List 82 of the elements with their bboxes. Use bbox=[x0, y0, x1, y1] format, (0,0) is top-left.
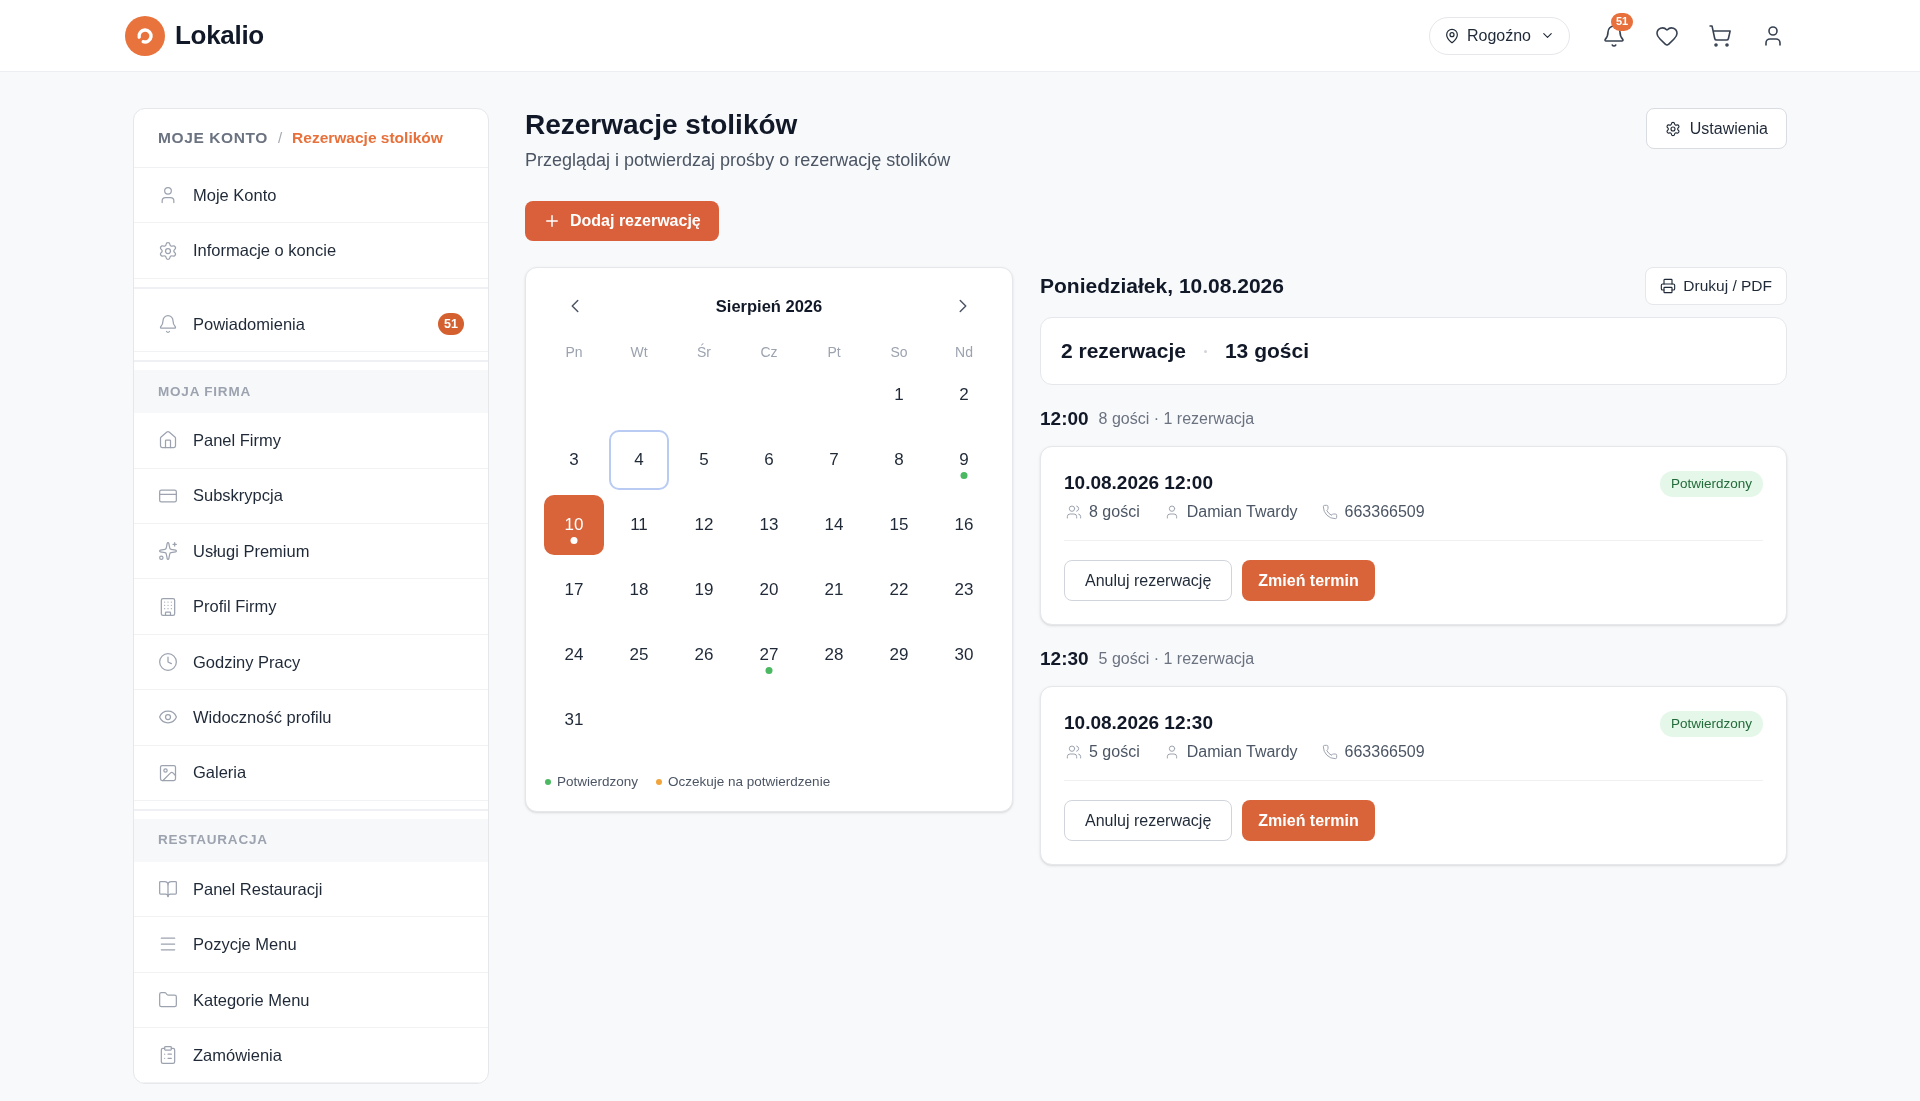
phone-icon bbox=[1321, 504, 1338, 520]
legend-label: Potwierdzony bbox=[557, 773, 639, 791]
cart-icon[interactable] bbox=[1708, 23, 1732, 48]
location-selector[interactable]: Rogoźno bbox=[1428, 16, 1570, 55]
bell-icon bbox=[158, 313, 178, 334]
slot-summary: 5 gości · 1 rezerwacja bbox=[1098, 649, 1255, 669]
image-icon bbox=[158, 762, 178, 783]
guest-count: 8 gości bbox=[1089, 502, 1140, 522]
sidebar-link[interactable]: Panel Restauracji bbox=[134, 861, 488, 918]
weekday-label: Cz bbox=[760, 342, 778, 362]
settings-icon bbox=[158, 240, 178, 261]
folder-icon bbox=[158, 989, 178, 1010]
clock-icon bbox=[158, 651, 178, 672]
add-reservation-button[interactable]: Dodaj rezerwację bbox=[525, 201, 719, 241]
section-heading: MOJA FIRMA bbox=[134, 370, 488, 414]
weekday-label: So bbox=[890, 342, 908, 362]
logo-icon[interactable] bbox=[125, 15, 165, 56]
guest-total: 13 gości bbox=[1224, 338, 1309, 365]
cancel-reservation-button[interactable]: Anuluj rezerwację bbox=[1064, 560, 1233, 601]
breadcrumb-current: Rezerwacje stolików bbox=[292, 128, 443, 149]
weekday-label: Nd bbox=[955, 342, 973, 362]
book-icon bbox=[158, 879, 178, 900]
sidebar-link[interactable]: Godziny Pracy bbox=[134, 634, 488, 691]
printer-icon bbox=[1660, 278, 1677, 294]
plus-icon bbox=[543, 212, 561, 230]
status-badge: Potwierdzony bbox=[1659, 711, 1763, 737]
guests-icon bbox=[1066, 744, 1082, 760]
phone-number: 663366509 bbox=[1344, 742, 1425, 762]
page-subtitle: Przeglądaj i potwierdzaj prośby o rezerwację stolików bbox=[525, 149, 951, 172]
breadcrumb-link[interactable]: MOJE KONTO bbox=[158, 126, 268, 150]
sidebar-link[interactable]: Widoczność profilu bbox=[134, 690, 488, 746]
guest-name: Damian Twardy bbox=[1186, 742, 1298, 762]
sidebar-link[interactable]: Pozycje Menu bbox=[134, 917, 488, 973]
page-title: Rezerwacje stolików bbox=[525, 108, 799, 142]
sidebar-link[interactable]: Kategorie Menu bbox=[134, 972, 488, 1029]
sidebar-link[interactable]: Galeria bbox=[134, 745, 488, 801]
sidebar-link[interactable]: Moje Konto bbox=[134, 168, 488, 224]
reschedule-button[interactable]: Zmień termin bbox=[1242, 560, 1375, 601]
status-badge: Potwierdzony bbox=[1659, 471, 1763, 497]
sidebar-link[interactable]: Usługi Premium bbox=[134, 523, 488, 580]
weekday-label: Pn bbox=[565, 342, 583, 362]
phone-number: 663366509 bbox=[1344, 502, 1425, 522]
settings-icon bbox=[1664, 120, 1681, 137]
weekday-label: Śr bbox=[697, 342, 711, 362]
sidebar-link[interactable]: Powiadomienia 51 bbox=[134, 296, 488, 353]
sidebar-link[interactable]: Zamówienia bbox=[134, 1028, 488, 1084]
weekday-label: Wt bbox=[630, 342, 648, 362]
guest-name: Damian Twardy bbox=[1186, 502, 1298, 522]
calendar-day[interactable]: 4 bbox=[609, 430, 669, 490]
sidebar-link[interactable]: Profil Firmy bbox=[134, 579, 488, 635]
sidebar-link[interactable]: Subskrypcja bbox=[134, 468, 488, 524]
slot-time: 12:30 bbox=[1040, 646, 1089, 671]
weekday-label: Pt bbox=[827, 342, 841, 362]
reservation-datetime: 10.08.2026 12:30 bbox=[1064, 711, 1214, 735]
guests-icon bbox=[1066, 504, 1082, 520]
day-title: Poniedziałek, 10.08.2026 bbox=[1040, 273, 1284, 300]
print-button[interactable]: Drukuj / PDF bbox=[1645, 267, 1787, 305]
notification-count-badge: 51 bbox=[438, 312, 464, 335]
guest-count: 5 gości bbox=[1089, 742, 1140, 762]
reservation-total: 2 rezerwacje bbox=[1061, 338, 1186, 365]
slot-time: 12:00 bbox=[1040, 406, 1089, 431]
sidebar-link[interactable]: Informacje o koncie bbox=[134, 223, 488, 279]
notification-count-badge: 51 bbox=[1611, 12, 1634, 31]
calendar-day[interactable]: 10 bbox=[544, 495, 604, 555]
settings-button[interactable]: Ustawienia bbox=[1645, 108, 1787, 149]
reschedule-button[interactable]: Zmień termin bbox=[1242, 800, 1375, 841]
section-heading: RESTAURACJA bbox=[134, 818, 488, 862]
breadcrumb-separator: / bbox=[277, 127, 283, 148]
month-title: Sierpień 2026 bbox=[715, 295, 823, 317]
phone-icon bbox=[1321, 744, 1338, 760]
reservation-datetime: 10.08.2026 12:00 bbox=[1064, 471, 1214, 495]
map-pin-icon bbox=[1443, 27, 1460, 44]
cancel-reservation-button[interactable]: Anuluj rezerwację bbox=[1064, 800, 1233, 841]
sparkles-icon bbox=[158, 541, 178, 562]
slot-summary: 8 gości · 1 rezerwacja bbox=[1098, 409, 1255, 429]
clipboard-icon bbox=[158, 1045, 178, 1066]
building-icon bbox=[158, 596, 178, 617]
brand-name[interactable]: Lokalio bbox=[175, 16, 264, 55]
house-icon bbox=[158, 430, 178, 451]
legend-label: Oczekuje na potwierdzenie bbox=[668, 773, 831, 791]
bell-icon[interactable] bbox=[1602, 23, 1626, 48]
sidebar-link[interactable]: Panel Firmy bbox=[134, 413, 488, 469]
